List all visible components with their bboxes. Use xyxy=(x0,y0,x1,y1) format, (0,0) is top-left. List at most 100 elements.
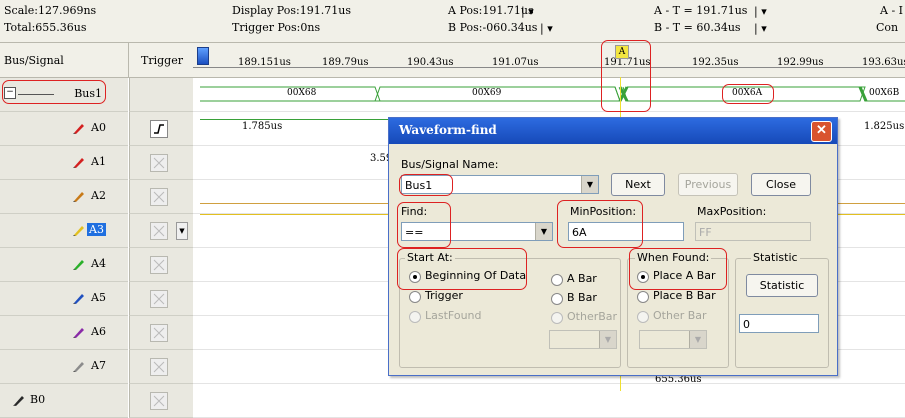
b-minus-t-readout: B - T = 60.34us xyxy=(654,21,741,34)
pencil-icon xyxy=(13,396,24,406)
start-b-bar-radio[interactable] xyxy=(551,293,563,305)
signal-name: A0 xyxy=(91,121,106,134)
signal-row-label[interactable]: A3 xyxy=(0,214,128,248)
dont-care-icon[interactable] xyxy=(150,290,168,308)
trigger-cell[interactable] xyxy=(129,180,193,214)
start-other-bar-radio[interactable] xyxy=(551,312,563,324)
scale-readout: Scale:127.969ns xyxy=(4,4,97,17)
signal-name: A4 xyxy=(91,257,106,270)
cut-readout-a: A - I xyxy=(880,4,903,17)
start-lastfound-radio[interactable] xyxy=(409,311,421,323)
ruler-tick-label: 192.99us xyxy=(777,57,824,68)
signal-row-label[interactable]: A7 xyxy=(0,350,128,384)
ruler-handle-icon[interactable] xyxy=(197,47,209,65)
b-pos-dropdown[interactable]: | ▾ xyxy=(540,22,553,35)
dont-care-icon[interactable] xyxy=(150,256,168,274)
dont-care-icon[interactable] xyxy=(150,154,168,172)
status-header: Scale:127.969ns Total:655.36us Display P… xyxy=(0,0,905,43)
start-at-highlight xyxy=(397,248,527,290)
signal-row-label[interactable]: A5 xyxy=(0,282,128,316)
b-pos-readout: B Pos:-060.34us xyxy=(448,21,538,34)
signal-name: A5 xyxy=(91,291,106,304)
max-position-field[interactable]: FF xyxy=(695,222,811,241)
value-highlight xyxy=(722,84,774,104)
signal-name: B0 xyxy=(30,393,46,406)
found-b-bar-radio[interactable] xyxy=(637,291,649,303)
dialog-titlebar[interactable]: Waveform-find ✕ xyxy=(389,118,837,144)
found-other-bar-select[interactable]: ▼ xyxy=(639,330,707,349)
signal-name: A7 xyxy=(91,359,106,372)
trigger-cell[interactable] xyxy=(129,384,193,418)
display-pos-readout: Display Pos:191.71us xyxy=(232,4,351,17)
trigger-cell[interactable] xyxy=(129,146,193,180)
dont-care-icon[interactable] xyxy=(150,222,168,240)
bus-signal-highlight xyxy=(399,174,453,196)
bar-option-label: B Bar xyxy=(567,291,597,304)
dont-care-icon[interactable] xyxy=(150,188,168,206)
b-minus-t-dropdown[interactable]: | ▾ xyxy=(754,22,767,35)
found-option-label: Place B Bar xyxy=(653,289,716,302)
chevron-down-icon[interactable]: ▼ xyxy=(176,222,188,240)
a0-pulse-width: 1.785us xyxy=(242,121,283,132)
trigger-cell[interactable]: ▼ xyxy=(129,214,193,248)
signal-row-label[interactable]: A0 xyxy=(0,112,128,146)
previous-button[interactable]: Previous xyxy=(678,173,738,196)
statistic-button[interactable]: Statistic xyxy=(746,274,818,297)
trigger-cell[interactable] xyxy=(129,112,193,146)
start-other-bar-select[interactable]: ▼ xyxy=(549,330,617,349)
next-button[interactable]: Next xyxy=(611,173,665,196)
cursor-highlight xyxy=(601,40,651,112)
start-trigger-radio[interactable] xyxy=(409,291,421,303)
pencil-icon xyxy=(73,158,84,168)
min-position-highlight xyxy=(557,200,643,248)
close-button[interactable]: Close xyxy=(751,173,811,196)
close-icon[interactable]: ✕ xyxy=(811,121,832,142)
signal-name: A2 xyxy=(91,189,106,202)
chevron-down-icon[interactable]: ▼ xyxy=(581,176,598,193)
trigger-cell[interactable] xyxy=(129,316,193,350)
pencil-icon xyxy=(73,294,84,304)
dont-care-icon[interactable] xyxy=(150,324,168,342)
signal-row-label[interactable]: A4 xyxy=(0,248,128,282)
pencil-icon xyxy=(73,192,84,202)
chevron-down-icon[interactable]: ▼ xyxy=(599,331,616,348)
statistic-value-field[interactable]: 0 xyxy=(739,314,819,333)
trigger-header[interactable]: Trigger xyxy=(128,43,193,78)
signal-name: A6 xyxy=(91,325,106,338)
bus-value-label: 00X6B xyxy=(869,88,900,98)
bus-signal-header[interactable]: Bus/Signal xyxy=(0,43,128,78)
trigger-cell[interactable] xyxy=(129,350,193,384)
ruler-tick-label: 189.79us xyxy=(322,57,369,68)
a0-pulse-width-right: 1.825us xyxy=(864,121,905,132)
total-readout: Total:655.36us xyxy=(4,21,87,34)
trigger-cell[interactable] xyxy=(129,248,193,282)
dont-care-icon[interactable] xyxy=(150,358,168,376)
trigger-cell[interactable] xyxy=(129,282,193,316)
a-minus-t-dropdown[interactable]: | ▾ xyxy=(754,5,767,18)
chevron-down-icon[interactable]: ▼ xyxy=(535,223,552,240)
found-other-bar-radio[interactable] xyxy=(637,311,649,323)
pencil-icon xyxy=(73,362,84,372)
signal-row-label[interactable]: B0 xyxy=(0,384,128,418)
signal-row-label[interactable]: A6 xyxy=(0,316,128,350)
bar-option-label: A Bar xyxy=(567,272,597,285)
ruler-tick-label: 193.63us xyxy=(862,57,905,68)
time-ruler[interactable]: 189.151us 189.79us 190.43us 191.07us 191… xyxy=(193,43,905,78)
rising-edge-icon[interactable] xyxy=(150,120,168,138)
dialog-title: Waveform-find xyxy=(399,123,497,137)
trigger-pos-readout: Trigger Pos:0ns xyxy=(232,21,321,34)
bus-value-label: 00X69 xyxy=(472,88,502,98)
dont-care-icon[interactable] xyxy=(150,392,168,410)
signal-row-label[interactable]: A1 xyxy=(0,146,128,180)
waveform-find-dialog: Waveform-find ✕ Bus/Signal Name: Bus1 ▼ N… xyxy=(388,117,838,376)
chevron-down-icon[interactable]: ▼ xyxy=(689,331,706,348)
bus-value-label: 00X68 xyxy=(287,88,317,98)
a-pos-dropdown[interactable]: | ▾ xyxy=(521,5,534,18)
signal-row-label[interactable]: A2 xyxy=(0,180,128,214)
bus1-highlight xyxy=(2,80,106,104)
start-a-bar-radio[interactable] xyxy=(551,274,563,286)
trigger-cell[interactable] xyxy=(129,78,193,112)
waveform-row[interactable] xyxy=(193,384,905,418)
max-position-label: MaxPosition: xyxy=(697,205,767,218)
found-option-label: Other Bar xyxy=(653,309,707,322)
